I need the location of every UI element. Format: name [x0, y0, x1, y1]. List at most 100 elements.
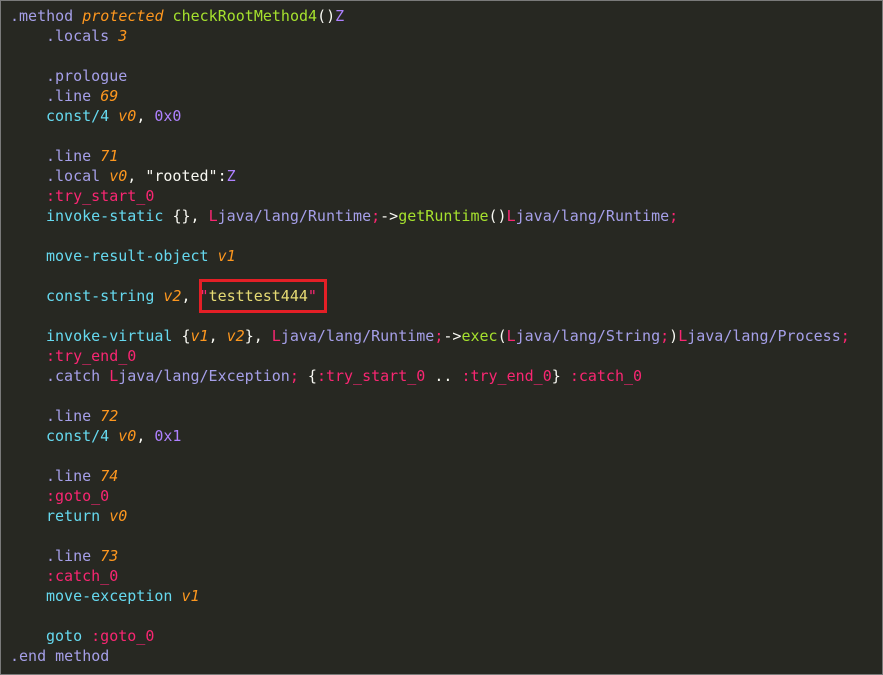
code-token: , [208, 327, 227, 345]
code-line: .method protected checkRootMethod4()Z [10, 6, 882, 26]
code-token: :catch_0 [46, 567, 119, 585]
code-line: :catch_0 [10, 566, 882, 586]
code-token: .locals [46, 27, 119, 45]
code-token: , [127, 167, 146, 185]
code-token: :goto_0 [91, 627, 155, 645]
code-token: v2 [226, 327, 245, 345]
code-token: .prologue [46, 67, 128, 85]
code-token: L [506, 207, 516, 225]
code-token: , [181, 287, 200, 305]
code-token: :try_start_0 [316, 367, 426, 385]
code-token: v0 [118, 107, 137, 125]
code-line: move-exception v1 [10, 586, 882, 606]
code-line: :goto_0 [10, 486, 882, 506]
code-editor[interactable]: .method protected checkRootMethod4()Z .lo… [0, 0, 883, 675]
code-token: L [506, 327, 516, 345]
code-token: :try_end_0 [46, 347, 137, 365]
code-line: .local v0, "rooted":Z [10, 166, 882, 186]
code-token: java/lang/Runtime [515, 207, 670, 225]
code-line: .line 69 [10, 86, 882, 106]
code-line: invoke-virtual {v1, v2}, Ljava/lang/Runt… [10, 326, 882, 346]
code-token: L [271, 327, 281, 345]
code-line: const/4 v0, 0x0 [10, 106, 882, 126]
code-line: move-result-object v1 [10, 246, 882, 266]
code-token: L [208, 207, 218, 225]
code-token: exec [461, 327, 498, 345]
code-token: .local [46, 167, 110, 185]
code-token: java/lang/Runtime [280, 327, 435, 345]
code-token: () [488, 207, 507, 225]
code-token: Z [335, 7, 345, 25]
code-token: java/lang/String [515, 327, 661, 345]
code-token: ; [660, 327, 670, 345]
code-token: java/lang/Exception [118, 367, 290, 385]
code-line: const/4 v0, 0x1 [10, 426, 882, 446]
code-token: ; [840, 327, 850, 345]
code-token: goto [46, 627, 92, 645]
code-line: :try_start_0 [10, 186, 882, 206]
code-line: .catch Ljava/lang/Exception; {:try_start… [10, 366, 882, 386]
code-token: 0x1 [154, 427, 182, 445]
code-token: const/4 [46, 427, 119, 445]
code-token: v1 [190, 327, 209, 345]
code-token: L [678, 327, 688, 345]
code-line: :try_end_0 [10, 346, 882, 366]
code-token: .line [46, 147, 101, 165]
code-token: const/4 [46, 107, 119, 125]
code-token: 73 [100, 547, 119, 565]
code-token: .line [46, 547, 101, 565]
code-token: invoke-virtual [46, 327, 182, 345]
code-token: { [298, 367, 317, 385]
code-token: -> [380, 207, 399, 225]
code-token: v0 [109, 507, 128, 525]
code-token: ; [371, 207, 381, 225]
code-token: .line [46, 467, 101, 485]
code-line: .end method [10, 646, 882, 666]
code-token: 71 [100, 147, 119, 165]
code-token: move-result-object [46, 247, 218, 265]
code-token: :catch_0 [569, 367, 643, 385]
code-line: .prologue [10, 66, 882, 86]
code-token: 3 [118, 27, 128, 45]
code-token: ( [497, 327, 507, 345]
code-token: getRuntime [398, 207, 489, 225]
code-token: return [46, 507, 110, 525]
code-token: {}, [172, 207, 209, 225]
code-token: invoke-static [46, 207, 173, 225]
code-token: () [317, 7, 336, 25]
code-token: Z [226, 167, 236, 185]
code-line: .locals 3 [10, 26, 882, 46]
code-token: } [551, 367, 570, 385]
code-token: .catch [46, 367, 110, 385]
code-token: "rooted" [145, 167, 218, 185]
code-token: .line [46, 87, 101, 105]
code-token: move-exception [46, 587, 182, 605]
code-token: 0x0 [154, 107, 182, 125]
code-token: , [136, 427, 155, 445]
code-token: }, [244, 327, 272, 345]
code-token: v2 [163, 287, 182, 305]
code-token: checkRootMethod4 [163, 7, 318, 25]
code-token: -> [443, 327, 462, 345]
code-token: ; [669, 207, 679, 225]
code-token: , [136, 107, 155, 125]
code-token: 72 [100, 407, 119, 425]
code-line: goto :goto_0 [10, 626, 882, 646]
code-token: v0 [109, 167, 128, 185]
code-token: java/lang/Process [687, 327, 841, 345]
code-token: v0 [118, 427, 137, 445]
code-line: .line 74 [10, 466, 882, 486]
code-line: invoke-static {}, Ljava/lang/Runtime;->g… [10, 206, 882, 226]
code-token: protected [82, 7, 164, 25]
code-line: const-string v2, "testtest444" [10, 279, 882, 313]
smali-code-view[interactable]: .method protected checkRootMethod4()Z .lo… [10, 6, 882, 666]
code-line: .line 71 [10, 146, 882, 166]
code-line: return v0 [10, 506, 882, 526]
code-token: v1 [217, 247, 236, 265]
